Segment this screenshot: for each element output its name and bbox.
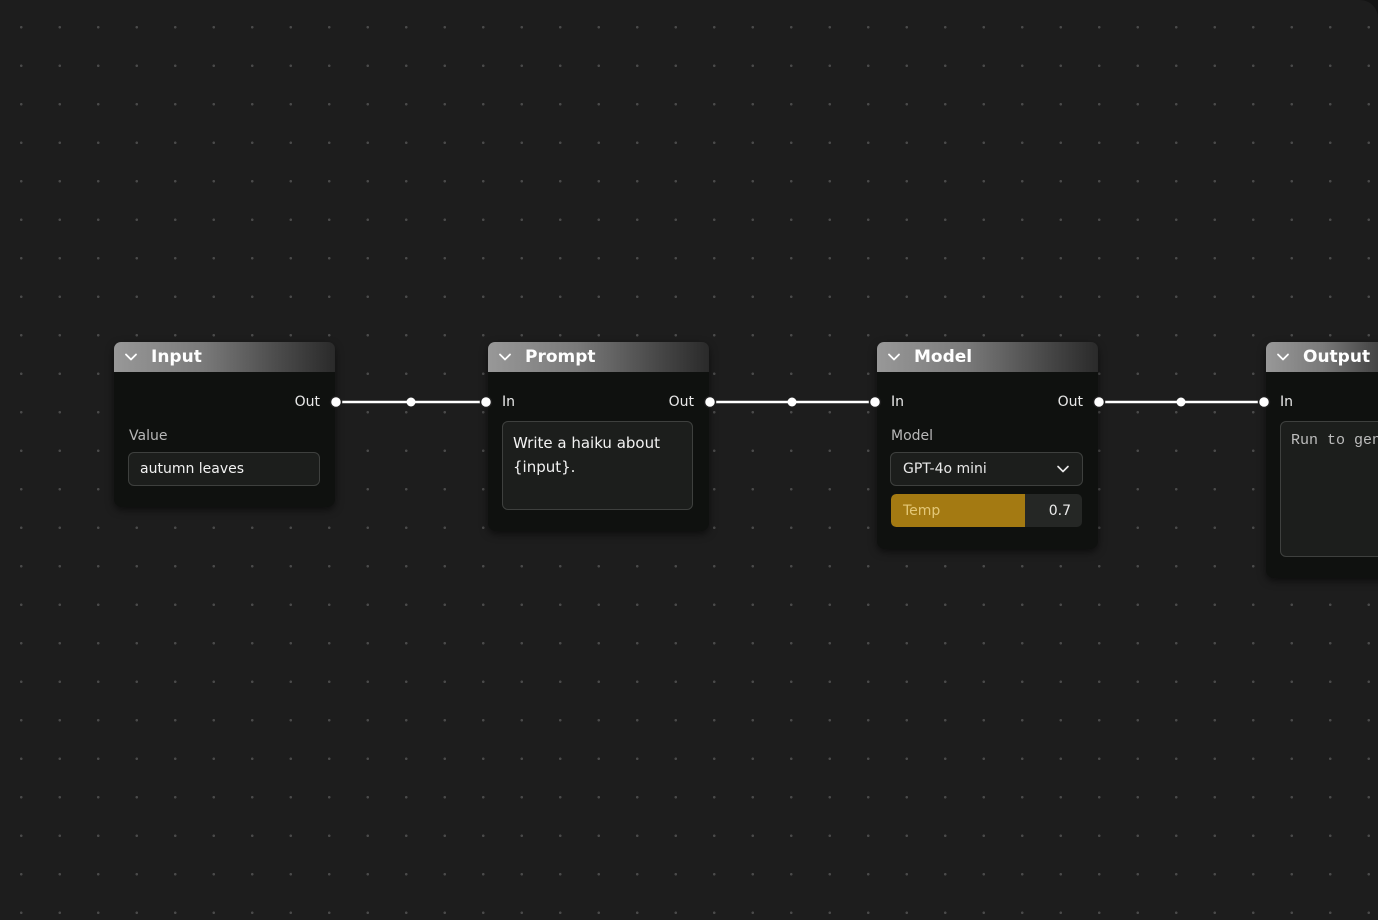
model-select-value: GPT-4o mini — [903, 461, 987, 477]
output-textarea[interactable]: Run to generate… — [1280, 421, 1378, 557]
node-title: Output — [1303, 347, 1371, 367]
node-title: Model — [914, 347, 973, 367]
node-title: Prompt — [525, 347, 596, 367]
node-title: Input — [151, 347, 202, 367]
out-port-label: Out — [1057, 394, 1083, 410]
temperature-value: 0.7 — [1048, 502, 1071, 519]
value-input[interactable]: autumn leaves — [128, 452, 320, 486]
out-port-label: Out — [668, 394, 694, 410]
chevron-down-icon — [1057, 465, 1069, 473]
in-port-label: In — [1280, 394, 1294, 410]
in-port-label: In — [891, 394, 905, 410]
input-node-header[interactable]: Input — [114, 342, 335, 372]
temperature-label: Temp — [903, 502, 941, 519]
output-node[interactable]: Output In Run to generate… — [1266, 342, 1378, 578]
wire-midpoint-handle — [406, 397, 416, 407]
graph-canvas[interactable]: Input Out Value autumn leaves Prompt In … — [0, 0, 1378, 920]
model-node-header[interactable]: Model — [877, 342, 1098, 372]
out-port-label: Out — [294, 394, 320, 410]
wire-prompt-model[interactable] — [710, 397, 875, 407]
value-label: Value — [129, 428, 168, 444]
chevron-down-icon[interactable] — [498, 350, 512, 364]
in-port-label: In — [502, 394, 516, 410]
chevron-down-icon[interactable] — [124, 350, 138, 364]
wire-midpoint-handle — [787, 397, 797, 407]
output-node-header[interactable]: Output — [1266, 342, 1378, 372]
model-node[interactable]: Model In Out Model GPT-4o mini Temp 0.7 — [877, 342, 1098, 549]
chevron-down-icon[interactable] — [1276, 350, 1290, 364]
prompt-template-text: Write a haiku about {input}. — [513, 434, 660, 476]
output-placeholder-text: Run to generate… — [1291, 432, 1378, 449]
prompt-node-header[interactable]: Prompt — [488, 342, 709, 372]
prompt-node[interactable]: Prompt In Out Write a haiku about {input… — [488, 342, 709, 531]
model-label: Model — [891, 428, 934, 444]
input-node[interactable]: Input Out Value autumn leaves — [114, 342, 335, 507]
wire-model-output[interactable] — [1099, 397, 1264, 407]
temperature-slider[interactable]: Temp 0.7 — [891, 494, 1082, 527]
model-select[interactable]: GPT-4o mini — [890, 452, 1083, 486]
wire-input-prompt[interactable] — [336, 397, 486, 407]
prompt-template-textarea[interactable]: Write a haiku about {input}. — [502, 421, 693, 510]
wire-midpoint-handle — [1176, 397, 1186, 407]
chevron-down-icon[interactable] — [887, 350, 901, 364]
value-input-text: autumn leaves — [140, 461, 245, 477]
